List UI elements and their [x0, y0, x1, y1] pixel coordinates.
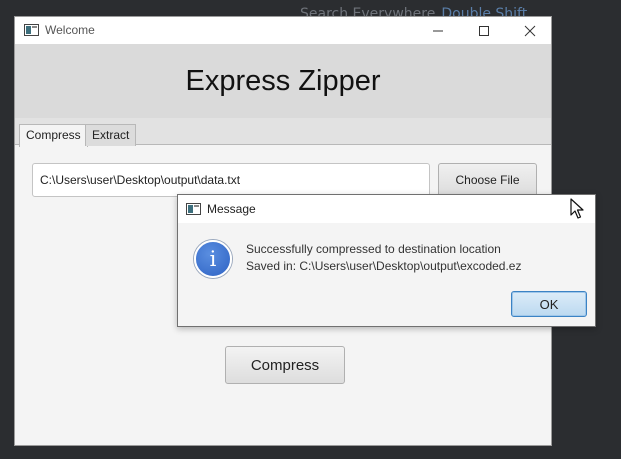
choose-file-button[interactable]: Choose File: [438, 163, 537, 197]
window-titlebar[interactable]: Welcome: [15, 17, 551, 44]
message-dialog: Message i Successfully compressed to des…: [177, 194, 596, 327]
compress-button[interactable]: Compress: [225, 346, 345, 384]
app-title: Express Zipper: [185, 64, 381, 97]
tab-bar: Compress Extract: [15, 118, 551, 147]
file-path-field[interactable]: C:\Users\user\Desktop\output\data.txt: [32, 163, 430, 197]
ok-button[interactable]: OK: [511, 291, 587, 317]
info-icon: i: [194, 240, 232, 278]
mouse-cursor-icon: [570, 198, 592, 220]
minimize-button[interactable]: [415, 17, 461, 44]
maximize-button[interactable]: [461, 17, 507, 44]
dialog-app-icon: [186, 203, 201, 215]
close-button[interactable]: [507, 17, 553, 44]
maximize-icon: [479, 25, 489, 36]
dialog-message-line1: Successfully compressed to destination l…: [246, 242, 501, 256]
tab-compress[interactable]: Compress: [19, 124, 88, 147]
minimize-icon: [433, 30, 443, 31]
dialog-titlebar[interactable]: Message: [178, 195, 595, 223]
dialog-message-line2: Saved in: C:\Users\user\Desktop\output\e…: [246, 259, 522, 273]
app-icon: [24, 24, 39, 36]
dialog-title: Message: [207, 202, 256, 216]
app-header: Express Zipper: [15, 44, 551, 118]
close-icon: [524, 25, 536, 36]
window-title: Welcome: [45, 23, 95, 37]
tab-extract[interactable]: Extract: [85, 124, 137, 146]
